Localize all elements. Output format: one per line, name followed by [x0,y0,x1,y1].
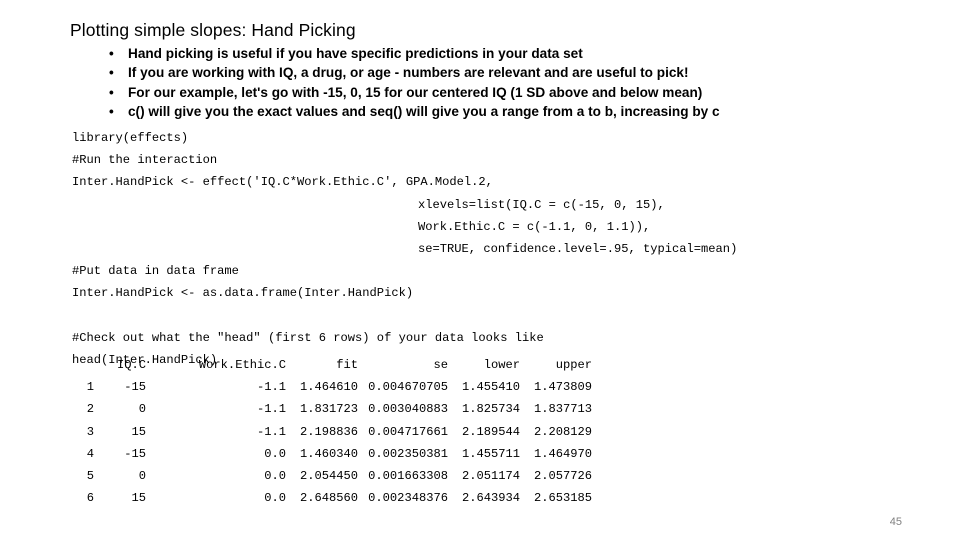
bullet-code-token: c() [128,104,145,120]
table-cell: 0 [138,469,146,484]
code-line-3: Inter.HandPick <- effect('IQ.C*Work.Ethi… [72,175,493,190]
code-line-6: se=TRUE, confidence.level=.95, typical=m… [418,242,738,257]
table-col-header: lower [483,358,520,372]
table-body: 1 -15 -1.1 1.464610 0.004670705 1.455410 1.473… [72,376,592,509]
bullet-item-label: If you are working with IQ, a drug, or a… [128,65,689,81]
table-cell: 5 [86,469,94,484]
table-cell: 2.189544 [461,424,520,439]
table-row: 1 -15 -1.1 1.464610 0.004670705 1.455410 1.473… [72,376,592,398]
table-cell: -1.1 [256,402,286,417]
table-col-header [72,354,94,376]
bullet-item-1: • Hand picking is useful if you have spec… [104,44,894,63]
table-col-header: fit [336,358,358,372]
table-cell: -15 [124,380,146,395]
page-number: 45 [889,516,902,528]
table-cell: 15 [131,424,146,439]
bullet-item-3: • For our example, let's go with -15, 0, … [104,83,894,102]
table-row: 3 15 -1.1 2.198836 0.004717661 2.189544 2.2081… [72,421,592,443]
code-line-7: #Put data in data frame [72,264,239,279]
table-cell: -15 [124,446,146,461]
table-cell: 0.004717661 [368,424,448,439]
output-table: IQ.C Work.Ethic.C fit se lower upper 1 -15 -1.1… [72,354,592,509]
table-cell: 1.455410 [461,380,520,395]
table-cell: 2.054450 [299,469,358,484]
code-line-2: #Run the interaction [72,153,218,168]
table-cell: -1.1 [256,424,286,439]
table-col-header: se [433,358,448,372]
code-block: library(effects) #Run the interaction Inte… [72,127,737,371]
table-cell: 1.464970 [533,446,592,461]
table-col-header: IQ.C [116,358,146,372]
table-cell: 1.837713 [533,402,592,417]
table-cell: 6 [86,491,94,506]
table-row: 6 15 0.0 2.648560 0.002348376 2.643934 2.65318… [72,487,592,509]
table-cell: -1.1 [256,380,286,395]
table-col-header: upper [555,358,592,372]
page-title: Plotting simple slopes: Hand Picking [70,20,356,40]
table-cell: 0.0 [264,446,286,461]
code-line-5: Work.Ethic.C = c(-1.1, 0, 1.1)), [418,219,651,234]
table-cell: 1.460340 [299,446,358,461]
table-cell: 1.464610 [299,380,358,395]
table-cell: 3 [86,424,94,439]
bullet-item-label: c() will give you the exact values and s… [128,104,720,119]
bullet-item-4: • c() will give you the exact values and … [104,102,894,121]
table-cell: 15 [131,491,146,506]
bullet-list: • Hand picking is useful if you have spec… [104,44,894,122]
table-cell: 0.004670705 [368,380,448,395]
table-cell: 0.002350381 [368,446,448,461]
table-cell: 0 [138,402,146,417]
table-cell: 2.653185 [533,491,592,506]
table-cell: 2.057726 [533,469,592,484]
table-col-header: Work.Ethic.C [198,358,286,372]
table-header-row: IQ.C Work.Ethic.C fit se lower upper [72,354,592,376]
table-cell: 2.648560 [299,491,358,506]
code-line-8: Inter.HandPick <- as.data.frame(Inter.Ha… [72,286,414,301]
code-line-4: xlevels=list(IQ.C = c(-15, 0, 15), [418,197,665,212]
table-cell: 0.0 [264,491,286,506]
table-cell: 1.473809 [533,380,592,395]
bullet-marker-icon: • [109,46,114,61]
bullet-marker-icon: • [109,65,114,81]
table-cell: 2.208129 [533,424,592,439]
table-cell: 1.825734 [461,402,520,417]
table-cell: 4 [86,446,94,461]
table-row: 4 -15 0.0 1.460340 0.002350381 1.455711 1.4649… [72,443,592,465]
slide-canvas: Plotting simple slopes: Hand Picking • Ha… [0,0,960,540]
bullet-code-token: seq() [369,104,403,120]
table-cell: 2.643934 [461,491,520,506]
bullet-marker-icon: • [109,104,114,120]
code-line-1: library(effects) [72,131,189,145]
table-row: 5 0 0.0 2.054450 0.001663308 2.051174 2.057726 [72,465,592,487]
table-cell: 2.198836 [299,424,358,439]
bullet-item-label: Hand picking is useful if you have speci… [128,46,583,61]
code-line-10: #Check out what the "head" (first 6 rows… [72,330,544,345]
table-cell: 0.002348376 [368,491,448,506]
bullet-marker-icon: • [109,84,114,100]
table-cell: 0.0 [264,469,286,484]
bullet-text-run: will give you the exact values and [144,104,370,120]
table-cell: 0.001663308 [368,469,448,484]
table-row: 2 0 -1.1 1.831723 0.003040883 1.825734 1.83771… [72,398,592,420]
bullet-text-run: will give you a range from a to b, incre… [402,104,720,120]
table-cell: 1.455711 [461,446,520,461]
bullet-item-label: For our example, let's go with -15, 0, 1… [128,84,703,100]
table-cell: 1 [86,380,94,395]
table-cell: 0.003040883 [368,402,448,417]
bullet-item-2: • If you are working with IQ, a drug, or … [104,63,894,82]
table-cell: 1.831723 [299,402,358,417]
table-cell: 2 [86,402,94,417]
table-cell: 2.051174 [461,469,520,484]
